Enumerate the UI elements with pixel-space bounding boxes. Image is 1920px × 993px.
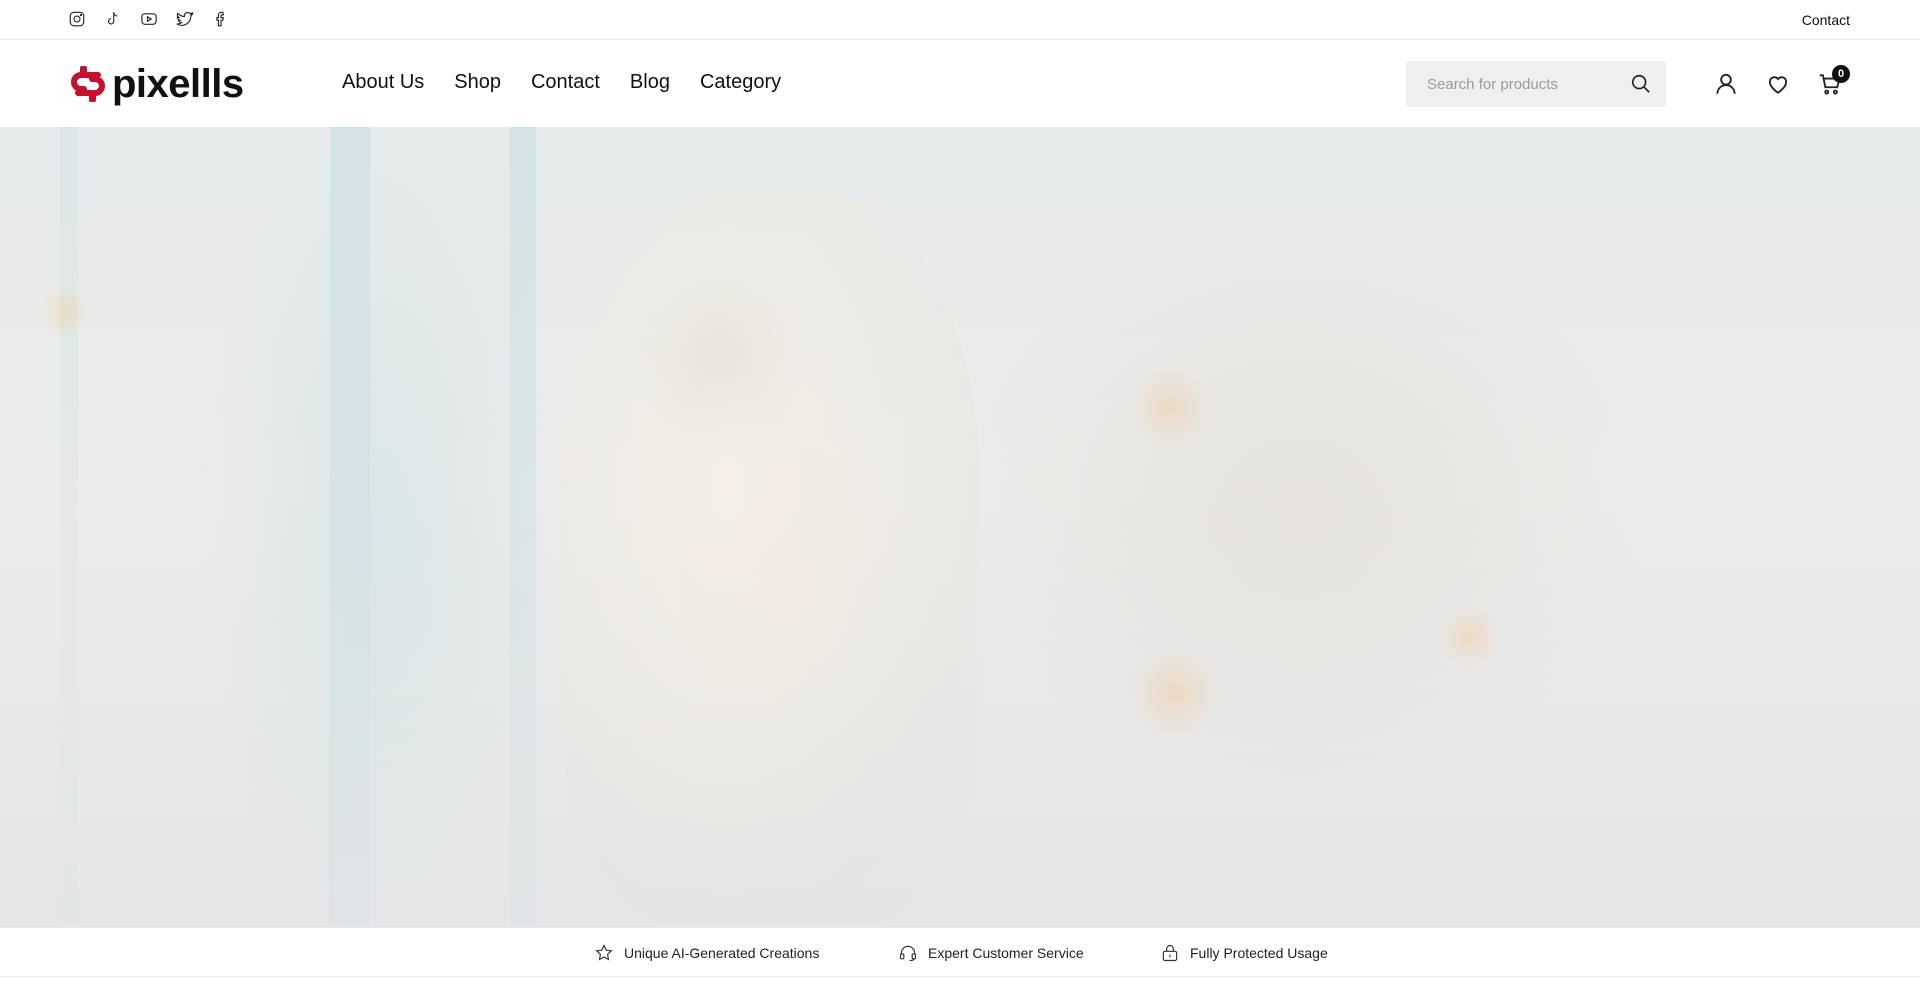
search-icon[interactable]: [1630, 73, 1652, 95]
heart-icon[interactable]: [1765, 71, 1791, 97]
site-header: pixellls About Us Shop Contact Blog Cate…: [0, 40, 1920, 127]
nav-shop[interactable]: Shop: [454, 70, 501, 94]
feature-label: Unique AI-Generated Creations: [624, 945, 820, 961]
top-bar: Contact: [0, 0, 1920, 40]
facebook-icon[interactable]: [212, 10, 230, 28]
nav-about-us[interactable]: About Us: [342, 70, 424, 94]
social-links: [68, 10, 230, 30]
nav-contact[interactable]: Contact: [531, 70, 600, 94]
headset-icon: [899, 945, 917, 962]
feature-item: Expert Customer Service: [898, 943, 1084, 963]
account-icon[interactable]: [1713, 71, 1739, 97]
main-nav: About Us Shop Contact Blog Category: [342, 70, 781, 94]
top-contact-link[interactable]: Contact: [1802, 12, 1850, 28]
logo[interactable]: pixellls: [70, 64, 244, 104]
feature-item: Unique AI-Generated Creations: [594, 943, 819, 963]
instagram-icon[interactable]: [68, 10, 86, 28]
search-box: [1406, 61, 1666, 107]
cart-count-badge: 0: [1832, 65, 1850, 83]
search-input[interactable]: [1406, 61, 1621, 107]
tiktok-icon[interactable]: [104, 10, 122, 28]
nav-blog[interactable]: Blog: [630, 70, 670, 94]
feature-label: Expert Customer Service: [928, 945, 1084, 961]
youtube-icon[interactable]: [140, 10, 158, 28]
star-icon: [595, 944, 613, 961]
logo-text: pixellls: [112, 62, 244, 106]
hero-banner-image: [0, 127, 1920, 927]
logo-mark-icon: [71, 66, 105, 102]
feature-item: Fully Protected Usage: [1160, 943, 1328, 963]
lock-icon: [1162, 945, 1178, 962]
feature-label: Fully Protected Usage: [1190, 945, 1328, 961]
nav-category[interactable]: Category: [700, 70, 781, 94]
twitter-icon[interactable]: [176, 10, 194, 28]
features-bar: Unique AI-Generated Creations Expert Cus…: [0, 927, 1920, 977]
